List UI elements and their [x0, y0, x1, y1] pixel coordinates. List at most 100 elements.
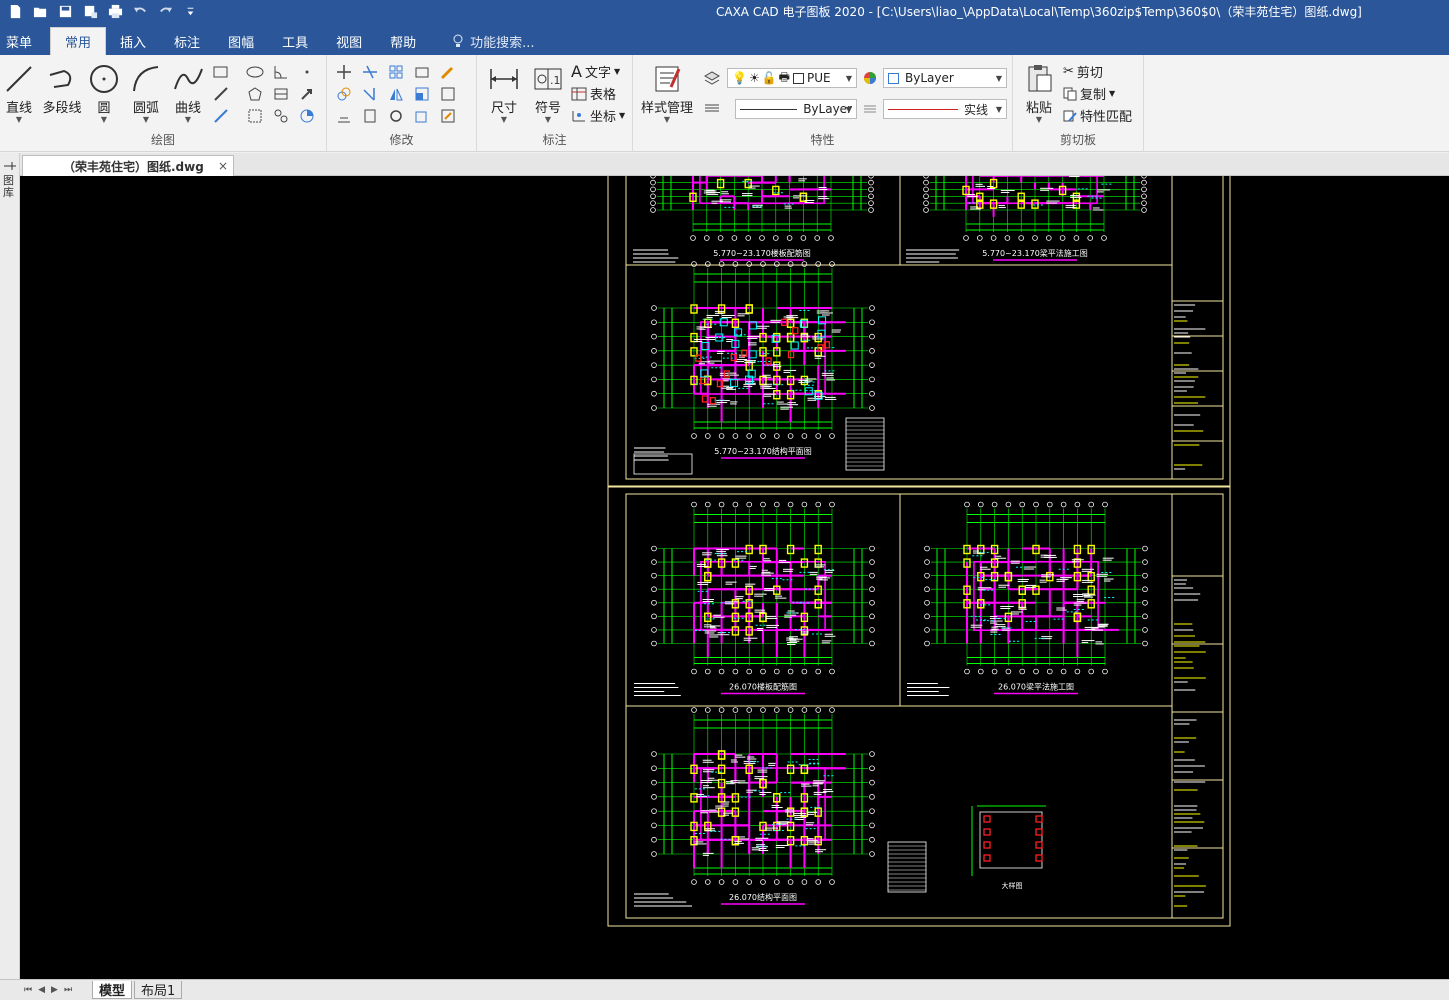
- tab-help[interactable]: 帮助: [376, 27, 430, 55]
- mirror-icon[interactable]: [387, 85, 405, 103]
- last-layout-icon[interactable]: ⏭: [64, 985, 72, 995]
- color-dropdown[interactable]: ByLayer ▼: [883, 68, 1007, 88]
- fillet-icon[interactable]: [413, 107, 431, 125]
- arc-icon: [133, 66, 159, 92]
- axis-bubble: [924, 599, 930, 606]
- layer-manager-icon[interactable]: [703, 69, 721, 87]
- layer-dropdown[interactable]: 💡 ☀ 🔓 🖶 PUE ▼: [727, 68, 857, 88]
- rotate-icon[interactable]: [387, 107, 405, 125]
- rectangle-icon[interactable]: [212, 63, 230, 81]
- undo-icon[interactable]: [129, 1, 151, 21]
- table-button[interactable]: 表格: [571, 84, 616, 103]
- axis-bubble: [1102, 668, 1108, 675]
- copy-object-icon[interactable]: [335, 85, 353, 103]
- tab-sheet[interactable]: 图幅: [214, 27, 268, 55]
- offset-icon[interactable]: [335, 107, 353, 125]
- axis-bubble: [787, 501, 794, 508]
- pin-icon[interactable]: [2, 159, 18, 173]
- tab-annotate[interactable]: 标注: [160, 27, 214, 55]
- point-icon[interactable]: [298, 63, 316, 81]
- axis-bubble: [829, 879, 835, 885]
- close-icon[interactable]: ×: [218, 159, 228, 173]
- save-icon[interactable]: [54, 1, 76, 21]
- axis-bubble: [1102, 501, 1108, 508]
- copy-button[interactable]: 复制 ▼: [1063, 84, 1115, 103]
- spline-icon[interactable]: [272, 107, 290, 125]
- region-icon[interactable]: [298, 107, 316, 125]
- redo-icon[interactable]: [154, 1, 176, 21]
- open-folder-icon[interactable]: [29, 1, 51, 21]
- arc-button[interactable]: 圆弧 ▼: [130, 61, 162, 124]
- array-icon[interactable]: [387, 63, 405, 81]
- color-wheel-icon[interactable]: [861, 69, 879, 87]
- edit-icon[interactable]: [439, 107, 457, 125]
- angle-line-icon[interactable]: [272, 63, 290, 81]
- axis-bubble: [746, 261, 752, 267]
- dimension-button[interactable]: 尺寸 ▼: [487, 61, 521, 124]
- detail-outline: [979, 811, 1043, 869]
- polygon-icon[interactable]: [246, 85, 264, 103]
- tab-layout1[interactable]: 布局1: [134, 981, 183, 999]
- library-side-strip[interactable]: 图库: [0, 153, 20, 979]
- extend-icon[interactable]: [361, 85, 379, 103]
- tab-insert[interactable]: 插入: [106, 27, 160, 55]
- line-button[interactable]: 直线 ▼: [4, 61, 34, 124]
- polyline-button[interactable]: 多段线: [40, 61, 84, 116]
- axis-bubble: [746, 879, 752, 885]
- cut-button[interactable]: ✂ 剪切: [1063, 62, 1103, 81]
- tab-menu[interactable]: 菜单: [0, 27, 38, 55]
- linestyle-icon[interactable]: [861, 100, 879, 118]
- text-button[interactable]: A 文字 ▼: [571, 62, 620, 81]
- scale-icon[interactable]: [413, 85, 431, 103]
- circle-button[interactable]: 圆 ▼: [88, 61, 120, 124]
- drawing-canvas[interactable]: 5.770~23.170楼板配筋图 5.770~23.170梁平法施工图 5.770…: [20, 176, 1449, 979]
- feature-search-label: 功能搜索...: [470, 35, 535, 51]
- explode-icon[interactable]: [361, 107, 379, 125]
- brush-icon[interactable]: [439, 63, 457, 81]
- linestyle-dropdown[interactable]: 实线 ▼: [883, 99, 1007, 119]
- stretch-icon[interactable]: [413, 63, 431, 81]
- tab-common[interactable]: 常用: [50, 27, 107, 55]
- axis-bubble: [690, 235, 696, 241]
- feature-search[interactable]: 功能搜索...: [452, 27, 535, 55]
- coordinate-button[interactable]: 坐标 ▼: [571, 106, 625, 125]
- new-file-icon[interactable]: [4, 1, 26, 21]
- tab-tools[interactable]: 工具: [268, 27, 322, 55]
- style-manager-button[interactable]: 样式管理 ▼: [639, 61, 695, 124]
- move-icon[interactable]: [335, 63, 353, 81]
- axis-bubble: [650, 207, 656, 213]
- paste-label: 粘贴: [1025, 101, 1052, 116]
- arrow-icon[interactable]: [298, 85, 316, 103]
- axis-bubble: [868, 200, 874, 206]
- axis-bubble: [651, 405, 657, 411]
- centerline-icon[interactable]: [212, 85, 230, 103]
- customize-icon[interactable]: [179, 1, 201, 21]
- previous-layout-icon[interactable]: ◀: [38, 985, 45, 995]
- axis-bubble: [773, 707, 780, 713]
- document-tab[interactable]: （荣丰苑住宅）图纸.dwg ×: [22, 155, 234, 176]
- axis-bubble: [718, 879, 725, 885]
- next-layout-icon[interactable]: ▶: [51, 985, 58, 995]
- hatch-icon[interactable]: [272, 85, 290, 103]
- coordinate-label: 坐标: [590, 110, 617, 125]
- linetype-manager-icon[interactable]: [703, 99, 721, 117]
- first-layout-icon[interactable]: ⏮: [24, 985, 32, 995]
- trim-icon[interactable]: [361, 63, 379, 81]
- axis-bubble: [869, 333, 875, 340]
- frame-icon[interactable]: [439, 85, 457, 103]
- symbol-button[interactable]: .1 符号 ▼: [531, 61, 565, 124]
- ellipse-icon[interactable]: [246, 63, 264, 81]
- curve-button[interactable]: 曲线 ▼: [172, 61, 204, 124]
- paste-button[interactable]: 粘贴 ▼: [1023, 61, 1055, 124]
- tab-view[interactable]: 视图: [322, 27, 376, 55]
- offset-line-icon[interactable]: [212, 107, 230, 125]
- block-icon[interactable]: [246, 107, 264, 125]
- save-as-icon[interactable]: [79, 1, 101, 21]
- print-icon[interactable]: [104, 1, 126, 21]
- linestyle-preview: [888, 108, 958, 110]
- axis-bubble: [868, 207, 874, 213]
- axis-bubble: [829, 707, 835, 713]
- linetype-dropdown[interactable]: ByLayer ▼: [735, 99, 857, 119]
- tab-model[interactable]: 模型: [92, 981, 133, 999]
- match-properties-button[interactable]: 特性匹配: [1063, 106, 1132, 125]
